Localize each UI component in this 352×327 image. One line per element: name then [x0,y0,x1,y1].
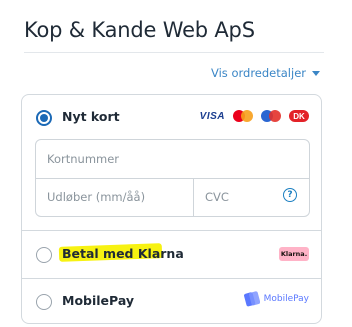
order-details-link[interactable]: Vis ordredetaljer [211,66,320,80]
klarna-logo-icon: Klarna. [279,247,309,261]
card-number-input[interactable]: Kortnummer [36,140,309,179]
card-brand-logos: VISA DK [200,110,309,122]
payment-option-klarna[interactable]: Betal med Klarna Klarna. [22,231,321,279]
cvc-input[interactable]: CVC ? [194,179,309,216]
header-divider [24,52,324,53]
help-icon[interactable]: ? [283,188,297,202]
payment-option-mobilepay[interactable]: MobilePay MobilePay [22,279,321,323]
merchant-title: Kop & Kande Web ApS [24,18,255,42]
klarna-option-label: Betal med Klarna [62,246,184,261]
chevron-down-icon [312,70,320,76]
mastercard-logo-icon [233,110,253,122]
klarna-radio[interactable] [36,247,52,263]
mobilepay-logo-text: MobilePay [263,294,309,304]
payment-methods-panel: Nyt kort VISA DK Kortnummer Udløber (mm/… [21,94,322,324]
expiry-input[interactable]: Udløber (mm/åå) [36,179,194,216]
visa-logo-icon: VISA [199,110,225,122]
card-radio[interactable] [36,110,52,126]
dankort-logo-icon: DK [289,110,309,122]
card-fields: Kortnummer Udløber (mm/åå) CVC ? [35,139,310,217]
order-details-label: Vis ordredetaljer [211,66,306,80]
payment-option-card[interactable]: Nyt kort VISA DK Kortnummer Udløber (mm/… [22,95,321,231]
card-option-label: Nyt kort [62,109,120,124]
mobilepay-mark-icon [243,289,260,309]
cvc-placeholder: CVC [205,190,229,204]
mobilepay-option-label: MobilePay [62,293,135,308]
mobilepay-radio[interactable] [36,294,52,310]
maestro-logo-icon [261,110,281,122]
mobilepay-logo-icon: MobilePay [243,289,309,309]
